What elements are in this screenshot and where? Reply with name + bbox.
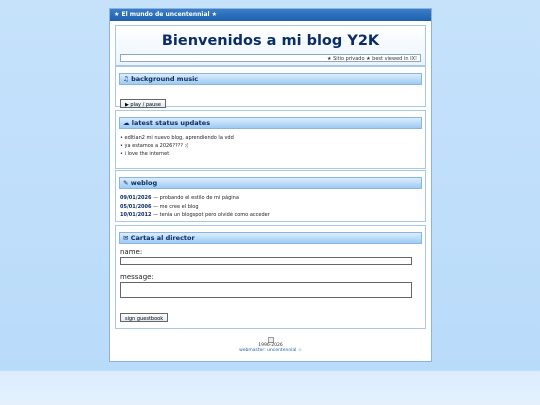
footer: 1996-2026 webmaster: uncentennial ☆ — [110, 337, 431, 353]
blog-window: ★ El mundo de uncentennial ★ Bienvenidos… — [109, 8, 432, 362]
weblog-date: 05/01/2006 — [120, 203, 152, 210]
sign-guestbook-button[interactable]: sign guestbook — [120, 313, 169, 322]
site-title: Bienvenidos a mi blog Y2K — [161, 33, 380, 49]
weblog-text: — probando el estilo de mi página — [151, 195, 239, 201]
message-label: message: — [120, 273, 154, 281]
guestbook-panel: ✉ Cartas al director name: message: sign… — [115, 225, 426, 329]
music-heading: ♫ background music — [119, 73, 422, 85]
marquee-banner: ★ Sitio privado ★ best viewed in IX! — [120, 54, 421, 62]
status-item: • i love the internet — [120, 151, 170, 157]
status-heading: ☁ latest status updates — [119, 117, 422, 129]
weblog-date: 09/01/2026 — [120, 195, 152, 201]
weblog-panel: ✎ weblog 09/01/2026 — probando el estilo… — [115, 170, 426, 222]
status-item: • ya estamos a 2026???? :( — [120, 143, 189, 149]
status-item: • edltian2 mi nuevo blog, aprendiendo la… — [120, 135, 234, 141]
weblog-text: — me cree el blog — [151, 203, 199, 210]
name-field[interactable] — [120, 257, 412, 265]
weblog-entry: 10/01/2012 — tenía un blogspot pero olvi… — [120, 211, 425, 220]
guestbook-heading: ✉ Cartas al director — [119, 232, 422, 244]
weblog-heading: ✎ weblog — [119, 177, 422, 189]
window-title: ★ El mundo de uncentennial ★ — [110, 9, 431, 21]
message-field[interactable] — [120, 282, 412, 298]
weblog-entry: 05/01/2006 — me cree el blog — [120, 203, 425, 212]
webmaster-link[interactable]: webmaster: uncentennial ☆ — [110, 348, 431, 353]
weblog-entry: 09/01/2026 — probando el estilo de mi pá… — [120, 194, 425, 203]
music-panel: ♫ background music ▶ play / pause — [115, 66, 426, 108]
weblog-date: 10/01/2012 — [120, 212, 152, 218]
play-pause-button[interactable]: ▶ play / pause — [120, 99, 166, 108]
status-panel: ☁ latest status updates • edltian2 mi nu… — [115, 110, 426, 169]
weblog-text: — tenía un blogspot pero olvidé como acc… — [151, 212, 270, 218]
name-label: name: — [120, 248, 143, 256]
status-list: • edltian2 mi nuevo blog, aprendiendo la… — [120, 134, 425, 158]
blog-header: Bienvenidos a mi blog Y2K ★ Sitio privad… — [115, 25, 426, 66]
